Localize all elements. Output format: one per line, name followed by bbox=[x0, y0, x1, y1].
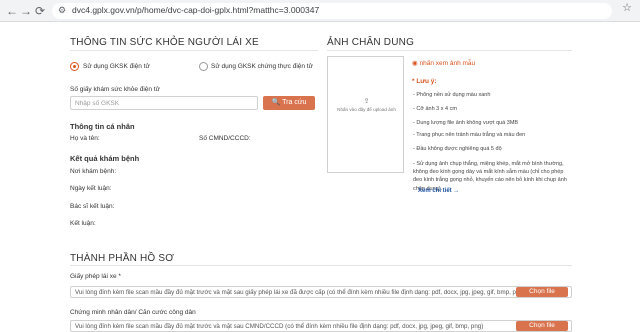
doctor-label: Bác sĩ kết luận: bbox=[70, 203, 115, 210]
portrait-upload-box[interactable]: ⇪ Nhấn vào đây để upload ảnh bbox=[327, 56, 404, 173]
license-label: Giấy phép lái xe * bbox=[70, 273, 121, 280]
view-sample-link[interactable]: ◉ nhấn xem ảnh mẫu bbox=[412, 59, 475, 67]
gksk-number-label: Số giấy khám sức khỏe điện tử bbox=[70, 86, 160, 93]
upload-hint: Nhấn vào đây để upload ảnh bbox=[337, 107, 396, 112]
note-item: - Phông nền sử dụng màu xanh bbox=[413, 92, 491, 98]
site-info-icon[interactable]: ⚙ bbox=[58, 5, 66, 16]
exam-place-label: Nơi khám bệnh: bbox=[70, 168, 117, 175]
conclusion-date-label: Ngày kết luận: bbox=[70, 185, 112, 192]
lookup-button[interactable]: 🔍 Tra cứu bbox=[263, 96, 315, 110]
upload-icon: ⇪ bbox=[363, 98, 370, 105]
id-card-file-hint: Vui lòng đính kèm file scan mầu đầy đủ m… bbox=[75, 323, 484, 330]
eye-icon: ◉ bbox=[412, 60, 418, 67]
personal-info-title: Thông tin cá nhân bbox=[70, 122, 135, 131]
note-item: - Đầu không được nghiêng quá 5 độ bbox=[413, 146, 502, 152]
forward-icon[interactable]: → bbox=[20, 3, 32, 19]
gksk-number-placeholder: Nhập số GKSK bbox=[75, 100, 120, 107]
gksk-number-input[interactable]: Nhập số GKSK bbox=[70, 96, 258, 110]
browser-toolbar: ← → ⟳ ⚙ dvc4.gplx.gov.vn/p/home/dvc-cap-… bbox=[0, 0, 640, 22]
search-icon: 🔍 bbox=[271, 99, 281, 106]
view-sample-text: nhấn xem ảnh mẫu bbox=[419, 60, 476, 67]
divider bbox=[70, 50, 318, 51]
bookmark-star-icon[interactable]: ☆ bbox=[622, 1, 632, 14]
radio-gksk-certified[interactable] bbox=[199, 62, 208, 71]
back-icon[interactable]: ← bbox=[6, 3, 18, 19]
id-card-file-input[interactable]: Vui lòng đính kèm file scan mầu đầy đủ m… bbox=[70, 320, 572, 332]
id-card-label: Chứng minh nhân dân/ Căn cước công dân bbox=[70, 309, 196, 316]
divider bbox=[327, 50, 572, 51]
id-number-label: Số CMND/CCCD: bbox=[199, 135, 251, 142]
conclusion-label: Kết luận: bbox=[70, 220, 96, 227]
exam-result-title: Kết quả khám bệnh bbox=[70, 154, 140, 163]
note-item: - Dung lượng file ảnh không vượt quá 3MB bbox=[413, 120, 519, 126]
health-section-title: THÔNG TIN SỨC KHỎE NGƯỜI LÁI XE bbox=[70, 37, 259, 48]
divider bbox=[70, 265, 572, 266]
id-card-choose-file-button[interactable]: Chọn file bbox=[516, 321, 568, 331]
address-bar[interactable]: ⚙ dvc4.gplx.gov.vn/p/home/dvc-cap-doi-gp… bbox=[52, 3, 612, 19]
license-file-input[interactable]: Vui lòng đính kèm file scan mầu đầy đủ m… bbox=[70, 286, 572, 298]
url-text: dvc4.gplx.gov.vn/p/home/dvc-cap-doi-gplx… bbox=[72, 5, 320, 15]
details-link[interactable]: Xem chi tiết → bbox=[418, 188, 459, 194]
license-file-hint: Vui lòng đính kèm file scan mầu đầy đủ m… bbox=[75, 289, 525, 296]
documents-section-title: THÀNH PHẦN HỒ SƠ bbox=[70, 253, 175, 264]
license-choose-file-button[interactable]: Chọn file bbox=[516, 287, 568, 297]
lookup-button-label: Tra cứu bbox=[282, 99, 307, 106]
reload-icon[interactable]: ⟳ bbox=[35, 3, 45, 19]
radio-gksk-electronic[interactable] bbox=[70, 62, 79, 71]
note-item: - Trang phục nên tránh màu trắng và màu … bbox=[413, 132, 526, 138]
option-certified-label: Sử dụng GKSK chứng thực điện tử bbox=[211, 63, 313, 70]
name-label: Họ và tên: bbox=[70, 135, 100, 142]
note-item: - Cỡ ảnh 3 x 4 cm bbox=[413, 106, 457, 112]
portrait-section-title: ẢNH CHÂN DUNG bbox=[327, 37, 415, 48]
option-electronic-label: Sử dụng GKSK điện tử bbox=[83, 63, 150, 70]
notes-title: * Lưu ý: bbox=[412, 78, 437, 85]
